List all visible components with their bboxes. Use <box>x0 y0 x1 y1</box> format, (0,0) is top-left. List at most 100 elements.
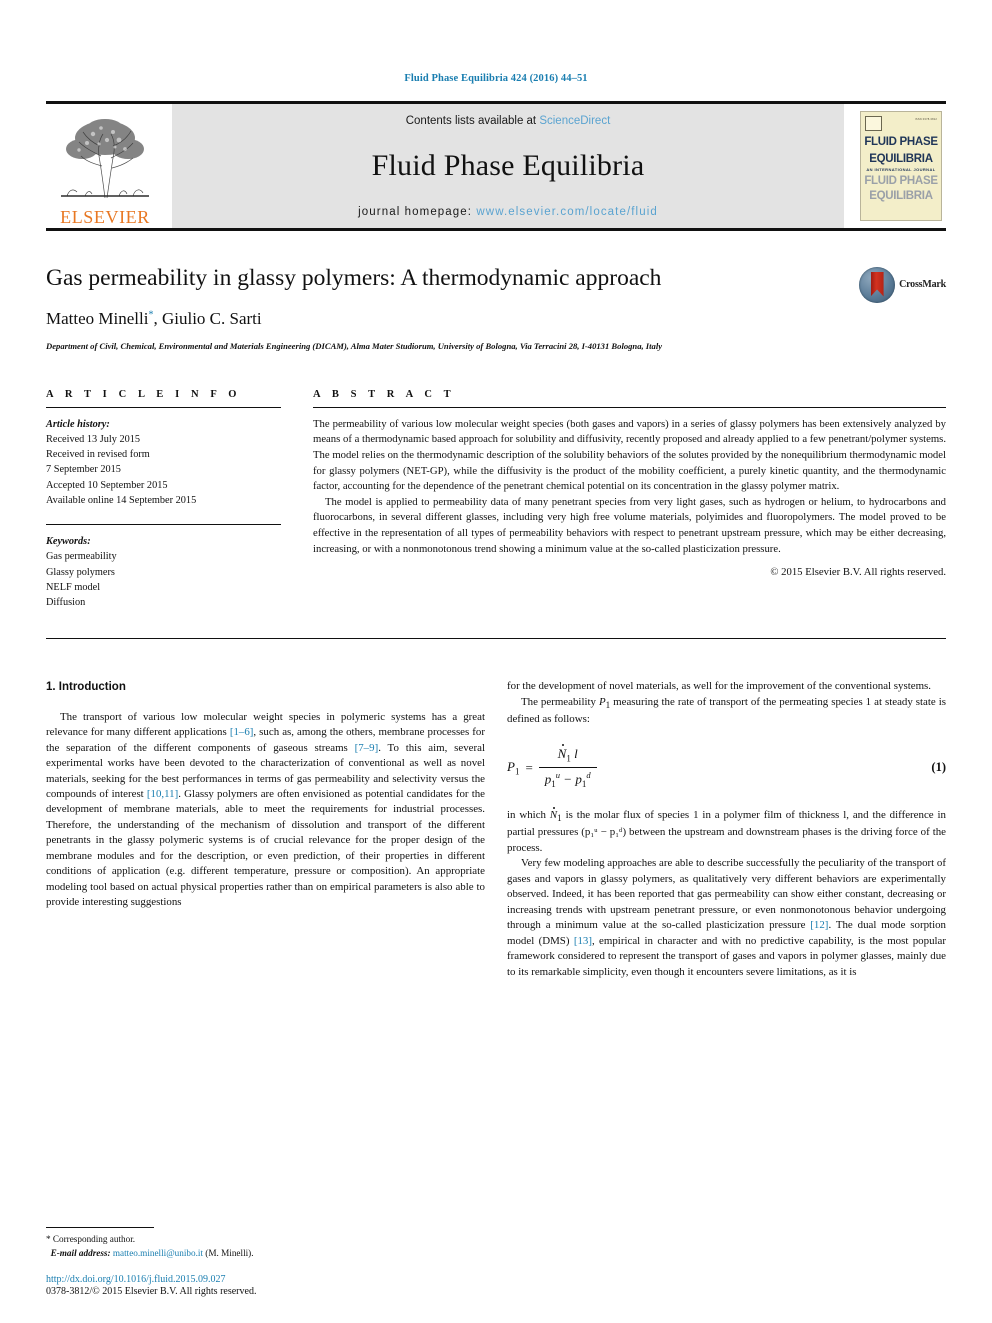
pressure-down-superscript: d <box>586 769 591 780</box>
cover-top-row: ISSN 0378-3812 <box>861 115 941 131</box>
thickness-symbol: l <box>574 746 578 762</box>
equation-minus: − <box>563 770 573 786</box>
abstract-body: The permeability of various low molecula… <box>313 417 946 558</box>
equation-lhs-subscript: 1 <box>514 766 520 777</box>
article-history-block: Article history: Received 13 July 2015 R… <box>46 417 281 508</box>
homepage-label: journal homepage: <box>358 205 477 218</box>
equation-equals: = <box>525 759 533 775</box>
article-info-separator <box>46 524 281 526</box>
citation-link[interactable]: [12] <box>810 919 828 931</box>
abstract-rule <box>313 406 946 408</box>
article-first-page: Fluid Phase Equilibria 424 (2016) 44–51 <box>0 0 992 1323</box>
equation-1: P1 = N1 l p1u − p1d (1) <box>507 745 946 790</box>
history-item: Available online 14 September 2015 <box>46 494 197 506</box>
journal-homepage-line: journal homepage: www.elsevier.com/locat… <box>358 206 658 218</box>
citation-link[interactable]: [7–9] <box>355 742 379 754</box>
cover-ghost-line1: FLUID PHASE <box>864 174 938 187</box>
abstract-copyright: © 2015 Elsevier B.V. All rights reserved… <box>770 566 946 579</box>
title-block: CrossMark Gas permeability in glassy pol… <box>46 265 946 353</box>
article-info-rule <box>46 406 281 408</box>
intro-paragraph-left: The transport of various low molecular w… <box>46 710 485 911</box>
page-footnote: * Corresponding author. E-mail address: … <box>46 1227 480 1297</box>
equation-fraction: N1 l p1u − p1d <box>538 745 597 791</box>
article-info-heading: A R T I C L E I N F O <box>46 388 242 400</box>
citation-link[interactable]: [13] <box>574 935 592 947</box>
keyword-item: Diffusion <box>46 597 86 609</box>
flux-symbol-inline: N <box>549 809 558 822</box>
section-heading-introduction: 1. Introduction <box>46 681 126 694</box>
pressure-up-subscript: 1 <box>551 778 556 789</box>
elsevier-logo: ELSEVIER <box>46 104 164 228</box>
corresponding-text: Corresponding author. <box>50 1234 136 1245</box>
abstract-heading: A B S T R A C T <box>313 388 456 400</box>
flux-subscript: 1 <box>566 753 571 764</box>
footnote-rule <box>46 1227 154 1229</box>
pressure-up-superscript: u <box>555 769 561 780</box>
elsevier-badge-icon <box>865 115 882 131</box>
right-paragraph-permeability: The permeability P1 measuring the rate o… <box>507 695 946 728</box>
article-info-column: A R T I C L E I N F O Article history: R… <box>46 389 281 611</box>
cover-ghost-line2: EQUILIBRIA <box>869 189 933 202</box>
masthead-bottom-rule <box>46 227 946 231</box>
flux-symbol: N <box>557 746 567 762</box>
keyword-item: NELF model <box>46 581 101 593</box>
abstract-bottom-rule <box>46 638 946 640</box>
keyword-item: Glassy polymers <box>46 566 115 578</box>
author-first: Matteo Minelli <box>46 309 149 329</box>
page-title: Gas permeability in glassy polymers: A t… <box>46 264 662 291</box>
body-columns: 1. Introduction The transport of various… <box>46 679 946 1079</box>
elsevier-wordmark: ELSEVIER <box>60 206 150 227</box>
equation-numerator: N1 l <box>552 745 584 766</box>
pressure-down-subscript: 1 <box>581 778 587 789</box>
cover-title-line1: FLUID PHASE <box>864 135 938 148</box>
citation-link[interactable]: [10,11] <box>147 788 178 800</box>
keyword-item: Gas permeability <box>46 551 117 563</box>
journal-masthead: ELSEVIER Contents lists available at Sci… <box>46 103 946 228</box>
right-paragraph-continuation: for the development of novel materials, … <box>507 680 932 693</box>
issn-copyright-line: 0378-3812/© 2015 Elsevier B.V. All right… <box>46 1286 257 1297</box>
crossmark-label: CrossMark <box>899 279 946 290</box>
crossmark-badge-group[interactable]: CrossMark <box>859 266 946 303</box>
author-rest: , Giulio C. Sarti <box>153 309 262 329</box>
equation-number: (1) <box>931 759 946 774</box>
crossmark-ribbon-icon <box>870 271 884 297</box>
email-label: E-mail address: <box>50 1247 111 1258</box>
cover-subtitle: AN INTERNATIONAL JOURNAL <box>866 166 936 172</box>
journal-cover-thumbnail: ISSN 0378-3812 FLUID PHASE EQUILIBRIA AN… <box>856 104 946 228</box>
inwhich-text-a: in which <box>507 809 550 822</box>
contents-available-line: Contents lists available at ScienceDirec… <box>406 115 611 127</box>
intro-text-d: . Glassy polymers are often envisioned a… <box>46 788 486 909</box>
body-column-right: for the development of novel materials, … <box>507 679 946 1079</box>
homepage-url-link[interactable]: www.elsevier.com/locate/fluid <box>476 206 657 218</box>
abstract-column: A B S T R A C T The permeability of vari… <box>313 389 946 611</box>
article-history-label: Article history: <box>46 418 110 430</box>
affiliation: Department of Civil, Chemical, Environme… <box>46 341 663 352</box>
author-list: Matteo Minelli*, Giulio C. Sarti <box>46 309 946 329</box>
equation-1-body: P1 = N1 l p1u − p1d <box>507 745 597 790</box>
cover-artwork: ISSN 0378-3812 FLUID PHASE EQUILIBRIA AN… <box>860 110 942 221</box>
doi-link[interactable]: http://dx.doi.org/10.1016/j.fluid.2015.0… <box>46 1274 480 1285</box>
body-column-left: 1. Introduction The transport of various… <box>46 679 485 1079</box>
email-suffix: (M. Minelli). <box>203 1247 254 1258</box>
history-item: Accepted 10 September 2015 <box>46 479 168 491</box>
history-item: Received 13 July 2015 <box>46 433 141 445</box>
abstract-paragraph: The permeability of various low molecula… <box>313 417 946 493</box>
keywords-block: Keywords: Gas permeability Glassy polyme… <box>46 534 281 610</box>
equation-lhs: P1 <box>507 758 519 778</box>
journal-title: Fluid Phase Equilibria <box>371 149 645 182</box>
email-link[interactable]: matteo.minelli@unibo.it <box>113 1248 203 1258</box>
email-note: E-mail address: matteo.minelli@unibo.it … <box>46 1247 480 1260</box>
abstract-paragraph: The model is applied to permeability dat… <box>313 495 946 555</box>
citation-link[interactable]: [1–6] <box>230 726 254 738</box>
sciencedirect-link[interactable]: ScienceDirect <box>539 115 610 127</box>
history-item: Received in revised form <box>46 449 150 461</box>
masthead-center-band: Contents lists available at ScienceDirec… <box>172 103 844 228</box>
equation-lhs-symbol: P <box>507 758 515 774</box>
crossmark-icon <box>859 266 896 303</box>
symbol-P: P <box>598 695 606 708</box>
info-abstract-region: A R T I C L E I N F O Article history: R… <box>46 389 946 611</box>
perm-text-a: The permeability <box>521 695 599 708</box>
history-item: 7 September 2015 <box>46 464 121 476</box>
equation-denominator: p1u − p1d <box>538 766 597 791</box>
cover-title-line2: EQUILIBRIA <box>869 152 933 165</box>
